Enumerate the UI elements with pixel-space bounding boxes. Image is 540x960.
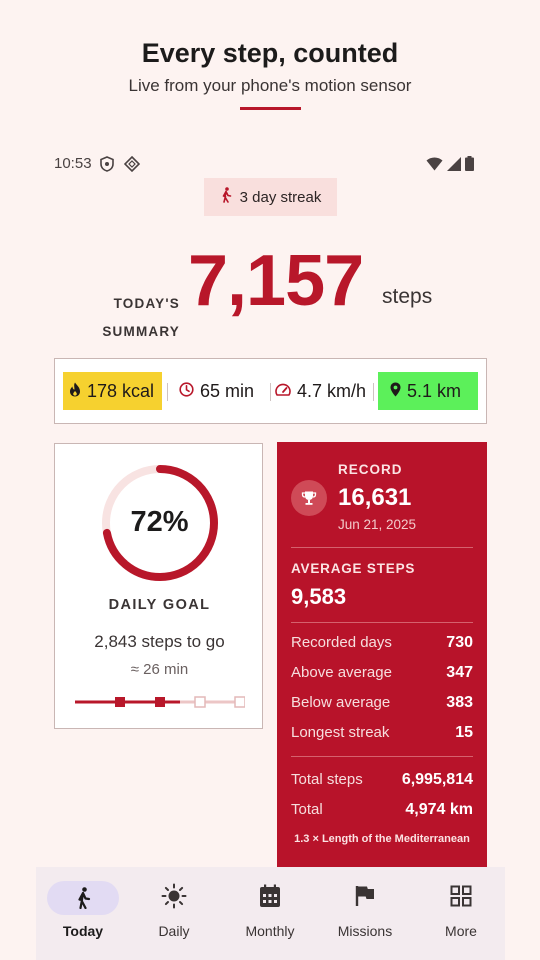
- today-steps-value: 7,157: [188, 241, 364, 321]
- streak-label: 3 day streak: [239, 188, 322, 206]
- stat-value: 6,995,814: [401, 771, 473, 788]
- nav-missions[interactable]: Missions: [318, 867, 412, 960]
- daily-goal-card[interactable]: 72% DAILY GOAL 2,843 steps to go ≈ 26 mi…: [54, 443, 263, 729]
- flame-icon: [69, 381, 81, 402]
- milestone-reached: [155, 697, 165, 707]
- grid-icon: [450, 885, 472, 912]
- divider: [291, 622, 473, 623]
- flag-icon: [355, 885, 375, 912]
- stat-row-above-average: Above average 347: [291, 664, 473, 682]
- clock-icon: [179, 381, 194, 402]
- stat-row-below-average: Below average 383: [291, 694, 473, 712]
- nav-label: Daily: [158, 923, 190, 939]
- kcal-chip: 178 kcal: [63, 372, 162, 410]
- summary-label-line1: TODAY'S: [113, 296, 180, 311]
- battery-icon: [465, 156, 474, 176]
- promo-underline: [240, 107, 301, 110]
- goal-percent: 72%: [130, 506, 189, 538]
- milestone-track: [75, 696, 245, 708]
- stat-value: 730: [446, 634, 473, 651]
- location-pin-icon: [390, 381, 401, 402]
- nav-label: More: [445, 923, 477, 939]
- steps-to-go: 2,843 steps to go: [94, 632, 225, 651]
- bottom-navigation: Today Daily Monthly Missions More: [36, 867, 505, 960]
- nav-more[interactable]: More: [414, 867, 508, 960]
- stat-value: 383: [446, 694, 473, 711]
- stat-value: 4,974 km: [405, 801, 473, 818]
- summary-label: TODAY'S SUMMARY: [100, 290, 180, 346]
- milestone-pending: [194, 696, 206, 708]
- wifi-icon: [426, 157, 443, 176]
- record-label: RECORD: [338, 462, 403, 477]
- nav-label: Missions: [337, 923, 393, 939]
- duration-chip: 65 min: [179, 372, 254, 410]
- kcal-value: 178 kcal: [87, 380, 155, 401]
- signal-icon: [447, 156, 461, 176]
- stat-label: Longest streak: [291, 724, 390, 741]
- divider: [291, 547, 473, 548]
- distance-comparison: 1.3 × Length of the Mediterranean: [294, 833, 470, 845]
- nav-label: Today: [62, 923, 104, 939]
- metrics-divider: [270, 383, 271, 401]
- streak-badge[interactable]: 3 day streak: [204, 178, 337, 216]
- speed-chip: 4.7 km/h: [275, 372, 366, 410]
- sun-icon: [161, 883, 187, 914]
- stat-row-longest-streak: Longest streak 15: [291, 724, 473, 742]
- walk-icon: [220, 187, 232, 207]
- speedometer-icon: [275, 381, 291, 402]
- stat-label: Total: [291, 801, 323, 818]
- metrics-strip: 178 kcal 65 min 4.7 km/h 5.1 km: [54, 358, 487, 424]
- stat-row-total-distance: Total 4,974 km: [291, 801, 473, 819]
- metrics-divider: [167, 383, 168, 401]
- stat-row-total-steps: Total steps 6,995,814: [291, 771, 473, 789]
- stat-value: 15: [455, 724, 473, 741]
- stat-label: Below average: [291, 694, 391, 711]
- time-to-go: ≈ 26 min: [130, 661, 189, 678]
- nav-today[interactable]: Today: [36, 867, 130, 960]
- milestone-pending: [234, 696, 245, 708]
- walk-icon: [47, 881, 119, 915]
- stats-card[interactable]: RECORD 16,631 Jun 21, 2025 AVERAGE STEPS…: [277, 442, 487, 867]
- distance-chip: 5.1 km: [378, 372, 478, 410]
- goal-label: DAILY GOAL: [108, 597, 211, 613]
- promo-subhead: Live from your phone's motion sensor: [128, 76, 412, 95]
- average-label: AVERAGE STEPS: [291, 561, 416, 576]
- duration-value: 65 min: [200, 380, 255, 401]
- summary-label-line2: SUMMARY: [102, 324, 180, 339]
- nav-daily[interactable]: Daily: [127, 867, 221, 960]
- steps-unit: steps: [382, 285, 433, 308]
- record-value: 16,631: [338, 484, 412, 511]
- average-value: 9,583: [291, 584, 347, 609]
- calendar-icon: [259, 884, 281, 913]
- milestone-reached: [115, 697, 125, 707]
- metrics-divider: [373, 383, 374, 401]
- stat-row-recorded-days: Recorded days 730: [291, 634, 473, 652]
- promo-headline: Every step, counted: [141, 38, 399, 68]
- speed-value: 4.7 km/h: [297, 380, 367, 401]
- status-time: 10:53: [54, 155, 92, 172]
- distance-value: 5.1 km: [407, 380, 462, 401]
- divider: [291, 756, 473, 757]
- shield-icon: [100, 156, 114, 177]
- nav-monthly[interactable]: Monthly: [223, 867, 317, 960]
- trophy-icon: [291, 480, 327, 516]
- status-bar: 10:53: [54, 153, 486, 175]
- record-date: Jun 21, 2025: [338, 517, 417, 532]
- stat-label: Total steps: [291, 771, 363, 788]
- stat-label: Above average: [291, 664, 392, 681]
- stat-value: 347: [446, 664, 473, 681]
- nav-label: Monthly: [245, 923, 295, 939]
- stat-label: Recorded days: [291, 634, 392, 651]
- diamond-icon: [123, 155, 141, 177]
